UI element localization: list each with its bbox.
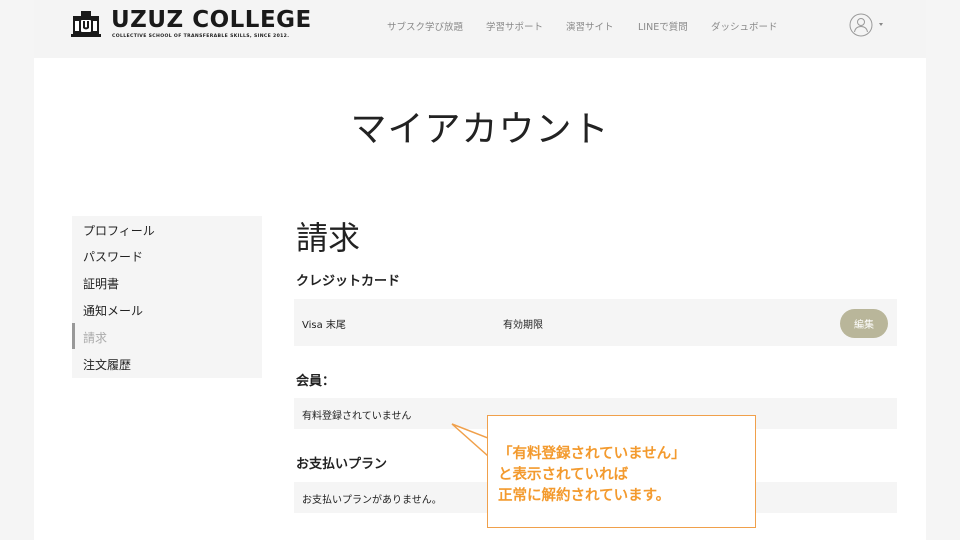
sidebar-active-indicator: [72, 323, 75, 349]
site-header: UZUZ COLLEGE COLLECTIVE SCHOOL OF TRANSF…: [34, 0, 926, 58]
nav-dashboard[interactable]: ダッシュボード: [711, 19, 778, 33]
credit-card-panel: Visa 末尾 有効期限 編集: [294, 299, 897, 346]
sidebar-item-order-history[interactable]: 注文履歴: [83, 356, 131, 373]
sidebar-item-notification-mail[interactable]: 通知メール: [83, 302, 143, 319]
nav-line-question[interactable]: LINEで質問: [638, 19, 688, 33]
membership-status: 有料登録されていません: [302, 411, 412, 422]
page-title: マイアカウント: [350, 109, 610, 150]
payment-plan-heading: お支払いプラン: [296, 457, 388, 472]
user-menu[interactable]: [849, 13, 889, 39]
sidebar-item-billing[interactable]: 請求: [83, 329, 107, 346]
callout-line-1: 「有料登録されていません」: [498, 446, 686, 462]
expiry-label: 有効期限: [503, 320, 543, 331]
callout-line-3: 正常に解約されています。: [498, 488, 671, 504]
uzuz-logo-icon: [71, 11, 101, 37]
sidebar-item-profile[interactable]: プロフィール: [83, 222, 155, 239]
logo-text: UZUZ COLLEGE: [111, 7, 312, 33]
callout-line-2: と表示されていれば: [498, 467, 629, 483]
edit-card-button[interactable]: 編集: [840, 309, 888, 338]
sidebar-item-password[interactable]: パスワード: [83, 248, 143, 265]
user-avatar-icon: [849, 13, 873, 37]
payment-plan-status: お支払いプランがありません。: [302, 495, 442, 506]
account-sidebar: プロフィール パスワード 証明書 通知メール 請求 注文履歴: [72, 216, 262, 378]
callout-pointer: [451, 423, 488, 457]
nav-practice-site[interactable]: 演習サイト: [566, 19, 614, 33]
billing-title: 請求: [296, 219, 361, 257]
caret-down-icon: [879, 23, 883, 26]
annotation-callout: 「有料登録されていません」 と表示されていれば 正常に解約されています。: [487, 415, 756, 528]
membership-heading: 会員：: [296, 374, 336, 389]
logo-tagline: COLLECTIVE SCHOOL OF TRANSFERABLE SKILLS…: [112, 34, 290, 39]
sidebar-item-certificate[interactable]: 証明書: [83, 275, 119, 292]
nav-subscription[interactable]: サブスク学び放題: [387, 19, 463, 33]
card-label: Visa 末尾: [302, 320, 346, 331]
nav-learning-support[interactable]: 学習サポート: [486, 19, 543, 33]
credit-card-heading: クレジットカード: [296, 274, 401, 289]
